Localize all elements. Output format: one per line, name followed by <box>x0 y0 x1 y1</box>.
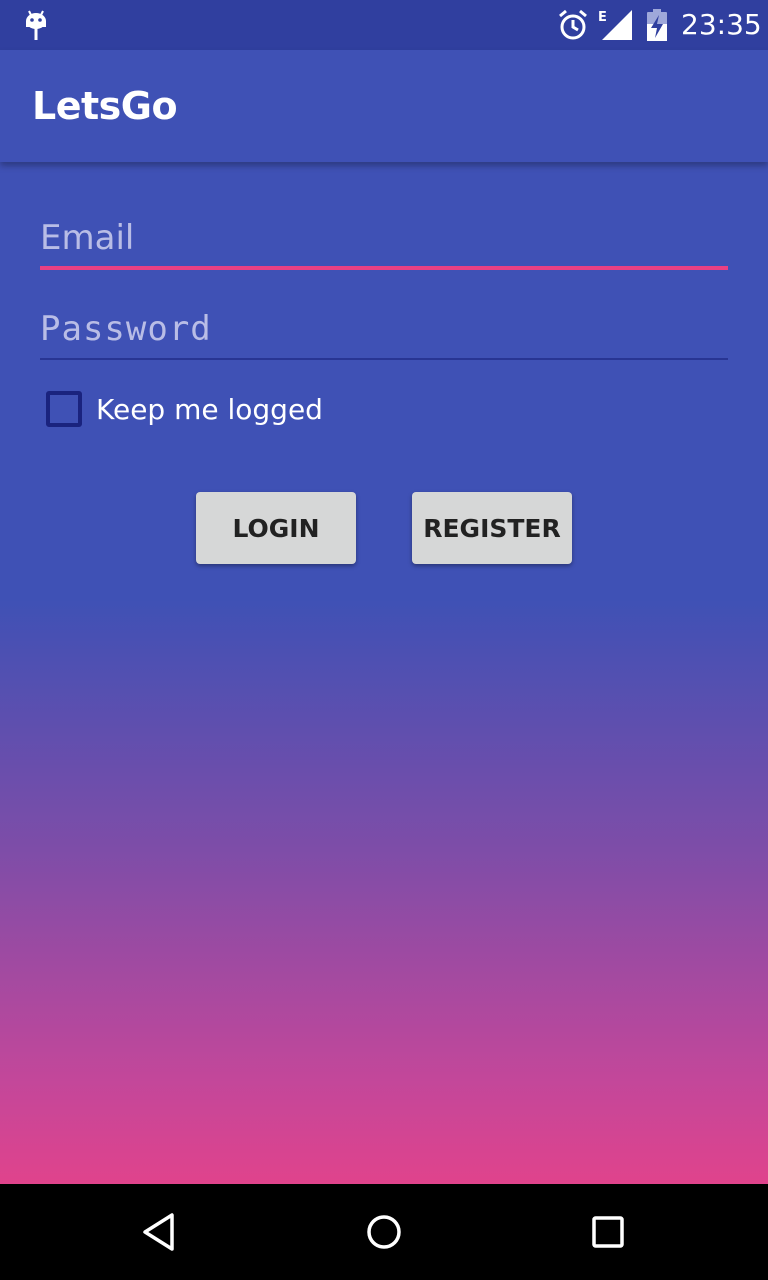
android-debug-icon <box>26 10 46 40</box>
back-icon[interactable] <box>136 1208 184 1256</box>
password-field[interactable] <box>40 300 728 360</box>
alarm-clock-icon <box>559 9 587 40</box>
status-bar: E 23:35 <box>0 0 768 50</box>
app-bar: LetsGo <box>0 50 768 162</box>
email-field[interactable] <box>40 210 728 270</box>
app-title: LetsGo <box>32 84 178 128</box>
keep-logged-label: Keep me logged <box>96 393 323 426</box>
network-type-label: E <box>598 10 607 25</box>
navigation-bar <box>0 1184 768 1280</box>
keep-logged-row[interactable]: Keep me logged <box>40 384 360 436</box>
battery-charging-icon <box>647 9 667 41</box>
recents-icon[interactable] <box>584 1208 632 1256</box>
status-clock: 23:35 <box>681 8 762 41</box>
keep-logged-checkbox[interactable] <box>46 391 82 427</box>
cell-signal-icon: E <box>598 10 632 40</box>
login-screen: E 23:35 LetsGo Keep me logged LOGIN REGI… <box>0 0 768 1280</box>
home-icon[interactable] <box>360 1208 408 1256</box>
login-button[interactable]: LOGIN <box>196 492 356 564</box>
register-button[interactable]: REGISTER <box>412 492 572 564</box>
